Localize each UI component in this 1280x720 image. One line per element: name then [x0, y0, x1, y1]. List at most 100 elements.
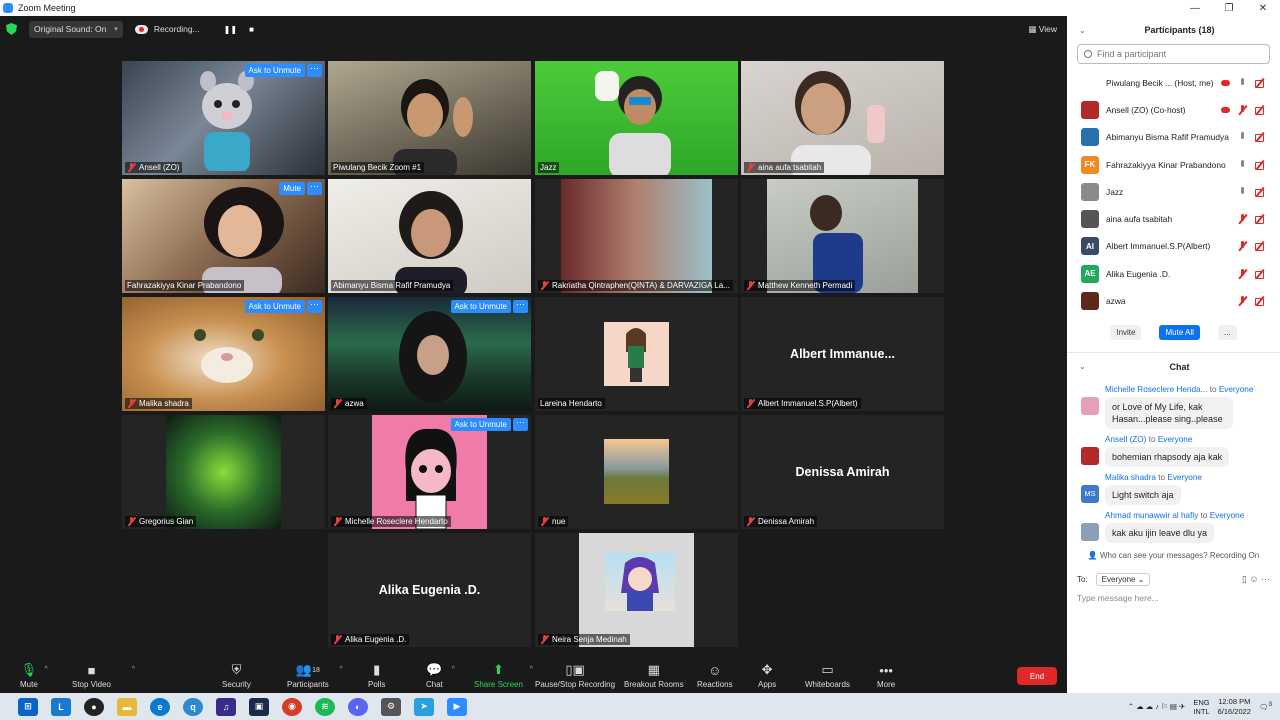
- participant-search-input[interactable]: Find a participant: [1077, 44, 1270, 64]
- participant-list-item[interactable]: Abimanyu Bisma Rafif Pramudya: [1067, 124, 1280, 151]
- chat-sender[interactable]: Ahmad munawwir al hafiy: [1105, 511, 1198, 520]
- spotify-icon[interactable]: ≋: [315, 697, 335, 716]
- video-tile[interactable]: Ask to Unmute ··· Michelle Roseclere Hen…: [328, 415, 531, 529]
- original-sound-toggle[interactable]: Original Sound: On ▾: [29, 20, 123, 38]
- video-off-icon[interactable]: [1255, 214, 1264, 225]
- muted-mic-icon[interactable]: [1238, 296, 1247, 306]
- breakout-rooms-button[interactable]: ▦ Breakout Rooms: [624, 662, 684, 689]
- video-tile[interactable]: Gregorius Gian: [122, 415, 325, 529]
- close-button[interactable]: ✕: [1246, 3, 1280, 14]
- start-icon[interactable]: ⊞: [18, 697, 38, 716]
- video-off-icon[interactable]: [1255, 241, 1264, 252]
- edge-icon[interactable]: e: [150, 697, 170, 716]
- ask-to-unmute-button[interactable]: Ask to Unmute: [244, 64, 305, 77]
- security-button[interactable]: ⛨ Security: [222, 662, 251, 689]
- discord-icon[interactable]: ◐: [348, 697, 368, 716]
- whiteboards-button[interactable]: ▭ Whiteboards: [805, 662, 850, 689]
- video-tile[interactable]: nue: [535, 415, 738, 529]
- invite-button[interactable]: Invite: [1110, 324, 1142, 340]
- ask-to-unmute-button[interactable]: Ask to Unmute: [450, 300, 511, 313]
- video-off-icon[interactable]: [1255, 296, 1264, 307]
- microphone-icon[interactable]: [1238, 186, 1247, 197]
- chevron-down-icon[interactable]: ▾: [114, 25, 118, 33]
- tile-more-button[interactable]: ···: [307, 64, 322, 77]
- zoom-icon[interactable]: ▶: [447, 697, 467, 716]
- microphone-icon[interactable]: [1238, 159, 1247, 170]
- who-can-see-messages[interactable]: 👤 Who can see your messages? Recording O…: [1067, 551, 1280, 560]
- tile-more-button[interactable]: ···: [307, 300, 322, 313]
- end-meeting-button[interactable]: End: [1017, 667, 1057, 685]
- video-tile[interactable]: Lareina Hendarto: [535, 297, 738, 411]
- tile-more-button[interactable]: ···: [307, 182, 322, 195]
- video-tile[interactable]: Mute ··· Fahrazakiyya Kinar Prabandono: [122, 179, 325, 293]
- clock[interactable]: 12:08 PM 6/16/2022: [1218, 697, 1251, 717]
- chevron-up-icon[interactable]: ^: [452, 666, 455, 673]
- polls-button[interactable]: ▮ Polls: [368, 662, 385, 689]
- app-steam-icon[interactable]: ●: [84, 697, 104, 716]
- app-l-icon[interactable]: L: [51, 697, 71, 716]
- participant-list-item[interactable]: FK Fahrazakiyya Kinar Prabandono: [1067, 151, 1280, 178]
- video-tile[interactable]: Denissa Amirah Denissa Amirah: [741, 415, 944, 529]
- file-icon[interactable]: ▯ ☺ ···: [1242, 574, 1270, 585]
- chevron-up-icon[interactable]: ^: [45, 666, 48, 673]
- participant-list-item[interactable]: Jazz: [1067, 178, 1280, 205]
- app-qb-icon[interactable]: q: [183, 697, 203, 716]
- participants-more-button[interactable]: ...: [1217, 324, 1237, 340]
- muted-mic-icon[interactable]: [1238, 104, 1247, 115]
- ask-to-unmute-button[interactable]: Ask to Unmute: [244, 300, 305, 313]
- tile-more-button[interactable]: ···: [513, 418, 528, 431]
- participant-list-item[interactable]: azwa: [1067, 287, 1280, 314]
- video-tile[interactable]: aina aufa tsabitah: [741, 61, 944, 175]
- stop-recording-icon[interactable]: ■: [249, 25, 254, 34]
- participant-list-item[interactable]: Ansell (ZO) (Co-host): [1067, 96, 1280, 123]
- video-tile[interactable]: Rakriatha Qintraphen(QINTA) & DARVAZIGA …: [535, 179, 738, 293]
- participant-list-item[interactable]: AI Albert Immanuel.S.P(Albert): [1067, 233, 1280, 260]
- minimize-button[interactable]: —: [1178, 3, 1212, 14]
- chat-recipient-select[interactable]: Everyone ⌄: [1095, 572, 1151, 586]
- app-monitor-icon[interactable]: ▣: [249, 697, 269, 716]
- video-off-icon[interactable]: [1255, 132, 1264, 143]
- chevron-down-icon[interactable]: ⌄: [1079, 26, 1086, 35]
- stop-video-button[interactable]: ■ Stop Video ^: [72, 662, 135, 690]
- chat-button[interactable]: 💬 Chat ^: [426, 662, 455, 689]
- telegram-icon[interactable]: ➤: [414, 697, 434, 716]
- chat-sender[interactable]: Ansell (ZO): [1105, 435, 1146, 444]
- app-headphones-icon[interactable]: ♫: [216, 697, 236, 716]
- participant-list-item[interactable]: Piwulang Becik ... (Host, me): [1067, 69, 1280, 96]
- recording-icon[interactable]: [1221, 105, 1230, 115]
- tray-icons[interactable]: ⌃ ☁ ☁ ♪ ⚐ ▤ ✈: [1128, 702, 1186, 711]
- notification-icon[interactable]: 🗨3: [1259, 701, 1272, 712]
- chrome-icon[interactable]: ◉: [282, 697, 302, 716]
- muted-mic-icon[interactable]: [1238, 268, 1247, 279]
- pause-stop-recording-button[interactable]: ▯▣ Pause/Stop Recording: [535, 662, 615, 689]
- settings-gear-icon[interactable]: ⚙: [381, 697, 401, 716]
- video-off-icon[interactable]: [1255, 78, 1264, 88]
- chat-sender[interactable]: Michelle Roseclere Henda...: [1105, 385, 1207, 394]
- microphone-icon[interactable]: [1238, 77, 1247, 88]
- share-screen-button[interactable]: ⬆ Share Screen ^: [474, 662, 533, 689]
- mute-button[interactable]: Mute: [279, 182, 305, 195]
- chevron-up-icon[interactable]: ^: [530, 666, 533, 673]
- language-indicator[interactable]: ENG INTL: [1193, 698, 1209, 716]
- video-tile[interactable]: Neira Senja Medinah: [535, 533, 738, 647]
- more-button[interactable]: ••• More: [877, 662, 895, 690]
- video-off-icon[interactable]: [1255, 187, 1264, 197]
- video-off-icon[interactable]: [1255, 105, 1264, 115]
- video-off-icon[interactable]: [1255, 160, 1264, 170]
- video-tile[interactable]: Abimanyu Bisma Rafif Pramudya: [328, 179, 531, 293]
- chevron-up-icon[interactable]: ^: [132, 666, 135, 673]
- video-tile[interactable]: Matthew Kenneth Permadi: [741, 179, 944, 293]
- mute-button[interactable]: 🎙 Mute ^: [20, 662, 48, 689]
- video-off-icon[interactable]: [1255, 269, 1264, 279]
- tile-more-button[interactable]: ···: [513, 300, 528, 313]
- video-tile[interactable]: Ask to Unmute ··· Ansell (ZO): [122, 61, 325, 175]
- maximize-button[interactable]: ❐: [1212, 3, 1246, 14]
- video-tile[interactable]: Albert Immanue... Albert Immanuel.S.P(Al…: [741, 297, 944, 411]
- participant-list-item[interactable]: AE Alika Eugenia .D.: [1067, 260, 1280, 287]
- video-tile[interactable]: Ask to Unmute ··· azwa: [328, 297, 531, 411]
- muted-mic-icon[interactable]: [1238, 214, 1247, 224]
- apps-button[interactable]: ✥ Apps: [758, 662, 776, 689]
- file-explorer-icon[interactable]: ▬: [117, 697, 137, 716]
- chevron-down-icon[interactable]: ⌄: [1079, 362, 1086, 371]
- ask-to-unmute-button[interactable]: Ask to Unmute: [450, 418, 511, 431]
